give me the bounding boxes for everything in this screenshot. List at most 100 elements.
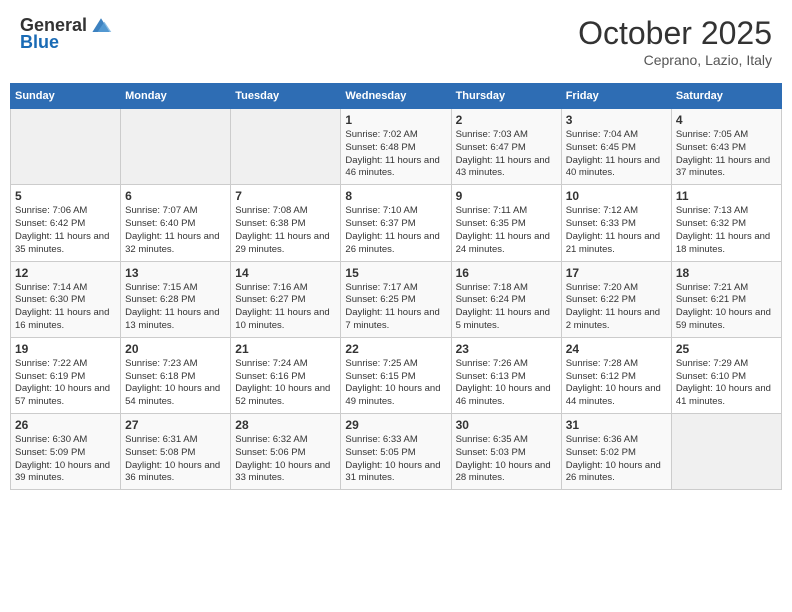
calendar-cell: 19 Sunrise: 7:22 AM Sunset: 6:19 PM Dayli… xyxy=(11,337,121,413)
day-number: 30 xyxy=(456,418,557,432)
day-number: 3 xyxy=(566,113,667,127)
day-of-week-monday: Monday xyxy=(121,84,231,109)
day-number: 25 xyxy=(676,342,777,356)
day-number: 16 xyxy=(456,266,557,280)
day-number: 12 xyxy=(15,266,116,280)
calendar-cell: 10 Sunrise: 7:12 AM Sunset: 6:33 PM Dayli… xyxy=(561,185,671,261)
day-number: 26 xyxy=(15,418,116,432)
calendar-cell: 23 Sunrise: 7:26 AM Sunset: 6:13 PM Dayli… xyxy=(451,337,561,413)
calendar-cell: 6 Sunrise: 7:07 AM Sunset: 6:40 PM Daylig… xyxy=(121,185,231,261)
title-block: October 2025 Ceprano, Lazio, Italy xyxy=(578,15,772,68)
day-content: Sunrise: 7:12 AM Sunset: 6:33 PM Dayligh… xyxy=(566,205,667,256)
day-number: 19 xyxy=(15,342,116,356)
calendar-cell: 13 Sunrise: 7:15 AM Sunset: 6:28 PM Dayli… xyxy=(121,261,231,337)
day-content: Sunrise: 7:25 AM Sunset: 6:15 PM Dayligh… xyxy=(345,358,446,409)
calendar-cell: 7Sunrise: 7:08 AM Sunset: 6:38 PM Daylig… xyxy=(231,185,341,261)
day-number: 27 xyxy=(125,418,226,432)
day-number: 5 xyxy=(15,189,116,203)
day-number: 28 xyxy=(235,418,336,432)
calendar: SundayMondayTuesdayWednesdayThursdayFrid… xyxy=(10,83,782,490)
calendar-cell: 11 Sunrise: 7:13 AM Sunset: 6:32 PM Dayli… xyxy=(671,185,781,261)
day-of-week-thursday: Thursday xyxy=(451,84,561,109)
day-number: 6 xyxy=(125,189,226,203)
calendar-cell: 4 Sunrise: 7:05 AM Sunset: 6:43 PM Daylig… xyxy=(671,109,781,185)
day-number: 17 xyxy=(566,266,667,280)
calendar-cell xyxy=(121,109,231,185)
day-number: 10 xyxy=(566,189,667,203)
calendar-week-row: 12 Sunrise: 7:14 AM Sunset: 6:30 PM Dayli… xyxy=(11,261,782,337)
calendar-cell: 31 Sunrise: 6:36 AM Sunset: 5:02 PM Dayli… xyxy=(561,414,671,490)
day-content: Sunrise: 6:30 AM Sunset: 5:09 PM Dayligh… xyxy=(15,434,116,485)
day-number: 18 xyxy=(676,266,777,280)
day-content: Sunrise: 7:02 AM Sunset: 6:48 PM Dayligh… xyxy=(345,129,446,180)
day-content: Sunrise: 7:18 AM Sunset: 6:24 PM Dayligh… xyxy=(456,282,557,333)
day-content: Sunrise: 7:13 AM Sunset: 6:32 PM Dayligh… xyxy=(676,205,777,256)
day-of-week-friday: Friday xyxy=(561,84,671,109)
day-content: Sunrise: 6:35 AM Sunset: 5:03 PM Dayligh… xyxy=(456,434,557,485)
day-number: 22 xyxy=(345,342,446,356)
day-of-week-wednesday: Wednesday xyxy=(341,84,451,109)
calendar-cell: 30 Sunrise: 6:35 AM Sunset: 5:03 PM Dayli… xyxy=(451,414,561,490)
day-content: Sunrise: 6:31 AM Sunset: 5:08 PM Dayligh… xyxy=(125,434,226,485)
calendar-cell: 1Sunrise: 7:02 AM Sunset: 6:48 PM Daylig… xyxy=(341,109,451,185)
day-number: 24 xyxy=(566,342,667,356)
day-of-week-saturday: Saturday xyxy=(671,84,781,109)
calendar-week-row: 1Sunrise: 7:02 AM Sunset: 6:48 PM Daylig… xyxy=(11,109,782,185)
calendar-week-row: 19 Sunrise: 7:22 AM Sunset: 6:19 PM Dayli… xyxy=(11,337,782,413)
day-number: 31 xyxy=(566,418,667,432)
day-number: 11 xyxy=(676,189,777,203)
day-content: Sunrise: 7:14 AM Sunset: 6:30 PM Dayligh… xyxy=(15,282,116,333)
calendar-cell: 28 Sunrise: 6:32 AM Sunset: 5:06 PM Dayli… xyxy=(231,414,341,490)
day-content: Sunrise: 7:06 AM Sunset: 6:42 PM Dayligh… xyxy=(15,205,116,256)
day-content: Sunrise: 7:22 AM Sunset: 6:19 PM Dayligh… xyxy=(15,358,116,409)
day-content: Sunrise: 7:11 AM Sunset: 6:35 PM Dayligh… xyxy=(456,205,557,256)
day-content: Sunrise: 7:15 AM Sunset: 6:28 PM Dayligh… xyxy=(125,282,226,333)
logo: General Blue xyxy=(20,15,113,53)
day-content: Sunrise: 7:24 AM Sunset: 6:16 PM Dayligh… xyxy=(235,358,336,409)
calendar-cell: 21 Sunrise: 7:24 AM Sunset: 6:16 PM Dayli… xyxy=(231,337,341,413)
day-number: 2 xyxy=(456,113,557,127)
day-content: Sunrise: 7:28 AM Sunset: 6:12 PM Dayligh… xyxy=(566,358,667,409)
calendar-week-row: 26 Sunrise: 6:30 AM Sunset: 5:09 PM Dayli… xyxy=(11,414,782,490)
location-subtitle: Ceprano, Lazio, Italy xyxy=(578,52,772,68)
day-number: 13 xyxy=(125,266,226,280)
day-content: Sunrise: 7:07 AM Sunset: 6:40 PM Dayligh… xyxy=(125,205,226,256)
logo-icon xyxy=(89,16,113,36)
day-content: Sunrise: 6:36 AM Sunset: 5:02 PM Dayligh… xyxy=(566,434,667,485)
calendar-week-row: 5 Sunrise: 7:06 AM Sunset: 6:42 PM Daylig… xyxy=(11,185,782,261)
day-number: 20 xyxy=(125,342,226,356)
day-number: 4 xyxy=(676,113,777,127)
calendar-cell: 16 Sunrise: 7:18 AM Sunset: 6:24 PM Dayli… xyxy=(451,261,561,337)
day-content: Sunrise: 6:33 AM Sunset: 5:05 PM Dayligh… xyxy=(345,434,446,485)
calendar-cell xyxy=(231,109,341,185)
day-content: Sunrise: 7:03 AM Sunset: 6:47 PM Dayligh… xyxy=(456,129,557,180)
calendar-cell: 15Sunrise: 7:17 AM Sunset: 6:25 PM Dayli… xyxy=(341,261,451,337)
calendar-cell: 22 Sunrise: 7:25 AM Sunset: 6:15 PM Dayli… xyxy=(341,337,451,413)
calendar-cell: 27 Sunrise: 6:31 AM Sunset: 5:08 PM Dayli… xyxy=(121,414,231,490)
day-number: 21 xyxy=(235,342,336,356)
day-of-week-sunday: Sunday xyxy=(11,84,121,109)
calendar-cell: 24 Sunrise: 7:28 AM Sunset: 6:12 PM Dayli… xyxy=(561,337,671,413)
calendar-cell: 14 Sunrise: 7:16 AM Sunset: 6:27 PM Dayli… xyxy=(231,261,341,337)
day-content: Sunrise: 7:05 AM Sunset: 6:43 PM Dayligh… xyxy=(676,129,777,180)
calendar-cell: 3Sunrise: 7:04 AM Sunset: 6:45 PM Daylig… xyxy=(561,109,671,185)
calendar-cell: 26 Sunrise: 6:30 AM Sunset: 5:09 PM Dayli… xyxy=(11,414,121,490)
calendar-header-row: SundayMondayTuesdayWednesdayThursdayFrid… xyxy=(11,84,782,109)
day-number: 8 xyxy=(345,189,446,203)
day-of-week-tuesday: Tuesday xyxy=(231,84,341,109)
day-content: Sunrise: 7:26 AM Sunset: 6:13 PM Dayligh… xyxy=(456,358,557,409)
calendar-cell: 12 Sunrise: 7:14 AM Sunset: 6:30 PM Dayli… xyxy=(11,261,121,337)
day-content: Sunrise: 6:32 AM Sunset: 5:06 PM Dayligh… xyxy=(235,434,336,485)
calendar-cell: 20Sunrise: 7:23 AM Sunset: 6:18 PM Dayli… xyxy=(121,337,231,413)
calendar-cell: 5 Sunrise: 7:06 AM Sunset: 6:42 PM Daylig… xyxy=(11,185,121,261)
month-title: October 2025 xyxy=(578,15,772,52)
calendar-cell xyxy=(671,414,781,490)
day-content: Sunrise: 7:21 AM Sunset: 6:21 PM Dayligh… xyxy=(676,282,777,333)
calendar-cell: 18 Sunrise: 7:21 AM Sunset: 6:21 PM Dayli… xyxy=(671,261,781,337)
day-number: 23 xyxy=(456,342,557,356)
day-number: 14 xyxy=(235,266,336,280)
day-content: Sunrise: 7:20 AM Sunset: 6:22 PM Dayligh… xyxy=(566,282,667,333)
day-content: Sunrise: 7:16 AM Sunset: 6:27 PM Dayligh… xyxy=(235,282,336,333)
day-content: Sunrise: 7:29 AM Sunset: 6:10 PM Dayligh… xyxy=(676,358,777,409)
day-number: 29 xyxy=(345,418,446,432)
